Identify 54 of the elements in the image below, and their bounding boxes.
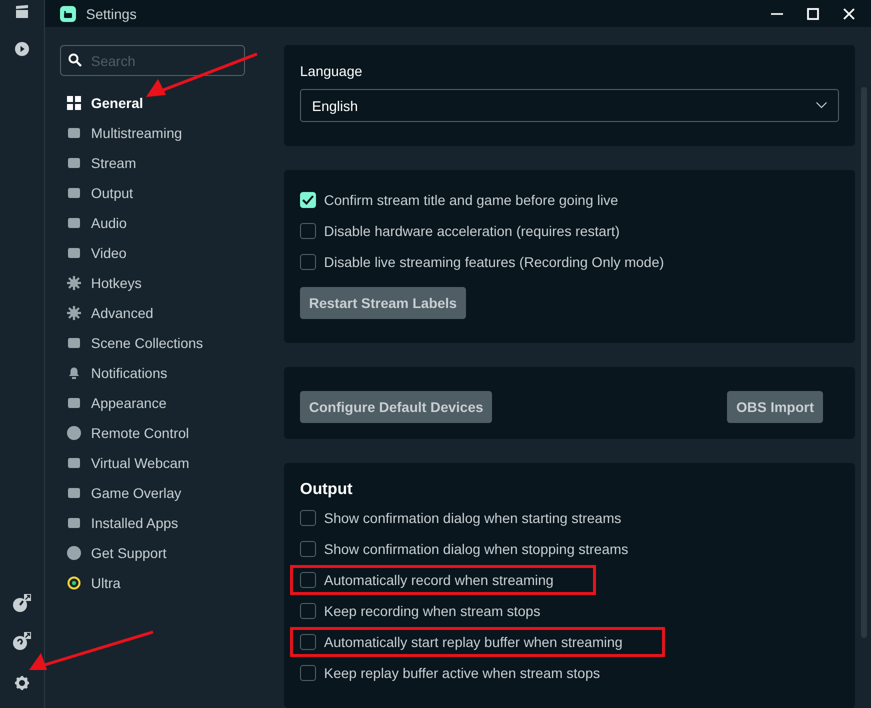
option-label: Keep recording when stream stops	[324, 603, 540, 619]
settings-icon[interactable]	[15, 676, 29, 690]
sidebar-item[interactable]: Appearance	[60, 388, 167, 418]
sidebar-item[interactable]: Remote Control	[60, 418, 190, 448]
field-label: Language	[300, 63, 364, 79]
chevron-down-icon	[816, 102, 827, 109]
help-link-icon[interactable]	[13, 632, 31, 650]
option-label: Disable live streaming features (Recording Only mode)	[324, 254, 664, 270]
window-title: Settings	[86, 6, 137, 22]
search-icon	[68, 53, 82, 67]
sidebar-item[interactable]: Game Overlay	[60, 478, 182, 508]
option-label: Show confirmation dialog when stopping streams	[324, 541, 628, 557]
sidebar-item[interactable]: Audio	[60, 208, 127, 238]
sidebar-item[interactable]: Multistreaming	[60, 118, 182, 148]
clapperboard-icon[interactable]	[15, 5, 29, 19]
action-button[interactable]: OBS Import	[727, 391, 823, 423]
sidebar-item[interactable]: Stream	[60, 148, 136, 178]
sidebar-item[interactable]: General	[60, 88, 144, 118]
checkbox[interactable]	[300, 572, 316, 588]
sidebar-item[interactable]: Get Support	[60, 538, 166, 568]
sidebar-item[interactable]: Hotkeys	[60, 268, 142, 298]
search-field[interactable]: Search	[60, 45, 245, 76]
action-button[interactable]: Configure Default Devices	[300, 391, 492, 423]
checkbox[interactable]	[300, 603, 316, 619]
close-icon[interactable]	[843, 8, 855, 20]
maximize-icon[interactable]	[807, 8, 819, 20]
checkbox[interactable]	[300, 634, 316, 650]
checkbox[interactable]	[300, 254, 316, 270]
option-label: Automatically start replay buffer when streaming	[324, 634, 623, 650]
sidebar-item[interactable]: Advanced	[60, 298, 154, 328]
sidebar-item[interactable]: Output	[60, 178, 134, 208]
checkbox[interactable]	[300, 510, 316, 526]
checkbox[interactable]	[300, 541, 316, 557]
grid-icon	[67, 96, 81, 110]
ring-icon	[67, 576, 81, 590]
option-label: Show confirmation dialog when starting streams	[324, 510, 622, 526]
bell-icon	[67, 366, 81, 380]
sidebar-item[interactable]: Virtual Webcam	[60, 448, 190, 478]
sidebar-item[interactable]: Installed Apps	[60, 508, 178, 538]
sidebar-item[interactable]: Scene Collections	[60, 328, 204, 358]
checkbox[interactable]	[300, 223, 316, 239]
option-label: Keep replay buffer active when stream stops	[324, 665, 600, 681]
option-label: Disable hardware acceleration (requires restart)	[324, 223, 620, 239]
app-logo-icon	[60, 6, 76, 22]
option-label: Automatically record when streaming	[324, 572, 554, 588]
option-label: Confirm stream title and game before going live	[324, 192, 618, 208]
dashboard-link-icon[interactable]	[13, 594, 31, 612]
language-dropdown[interactable]: English	[300, 89, 839, 122]
checkbox[interactable]	[300, 665, 316, 681]
sidebar-item[interactable]: Video	[60, 238, 127, 268]
sidebar-item[interactable]: Ultra	[60, 568, 121, 598]
restart-button[interactable]: Restart Stream Labels	[300, 287, 466, 319]
sidebar-item[interactable]: Notifications	[60, 358, 168, 388]
section-title: Output	[300, 481, 354, 499]
